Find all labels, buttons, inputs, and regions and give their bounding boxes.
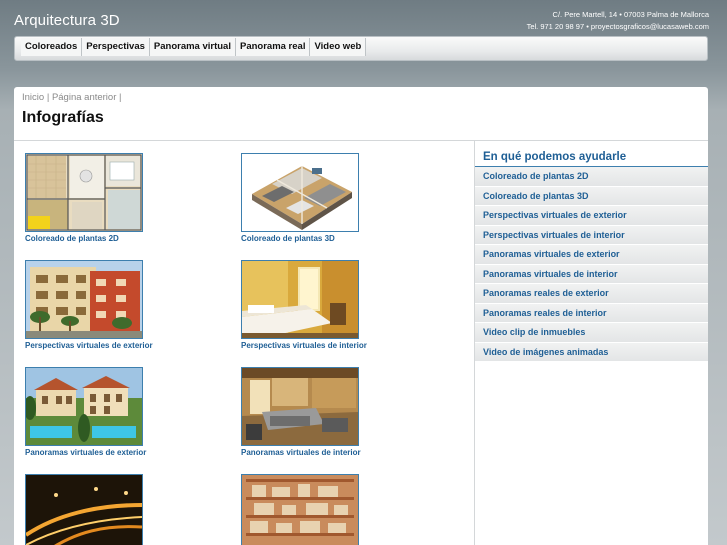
breadcrumb: Inicio | Página anterior | <box>22 92 121 103</box>
tile-caption[interactable]: Coloreado de plantas 2D <box>25 234 225 243</box>
sidebar-item-video-imagenes[interactable]: Video de imágenes animadas <box>475 342 708 362</box>
tile-caption[interactable]: Perspectivas virtuales de interior <box>241 341 441 350</box>
sidebar-item-panoramas-virtuales-interior[interactable]: Panoramas virtuales de interior <box>475 264 708 284</box>
site-title[interactable]: Arquitectura 3D <box>14 12 120 29</box>
tile-coloreado-2d: Coloreado de plantas 2D <box>25 153 225 243</box>
breadcrumb-separator: | <box>46 92 50 103</box>
houses-pool-image[interactable] <box>25 367 143 446</box>
breadcrumb-previous-link[interactable]: Página anterior <box>52 92 116 103</box>
sidebar-item-perspectivas-interior[interactable]: Perspectivas virtuales de interior <box>475 225 708 245</box>
sidebar-item-coloreado-3d[interactable]: Coloreado de plantas 3D <box>475 186 708 206</box>
sidebar-item-perspectivas-exterior[interactable]: Perspectivas virtuales de exterior <box>475 206 708 226</box>
contact-info: C/. Pere Martell, 14 • 07003 Palma de Ma… <box>527 9 709 33</box>
tile-perspectivas-interior: Perspectivas virtuales de interior <box>241 260 441 350</box>
tile-perspectivas-exterior: Perspectivas virtuales de exterior <box>25 260 225 350</box>
address-text: C/. Pere Martell, 14 • 07003 Palma de Ma… <box>552 10 709 19</box>
tile-coloreado-3d: Coloreado de plantas 3D <box>241 153 441 243</box>
floor-plan-3d-image[interactable] <box>241 153 359 232</box>
breadcrumb-home-link[interactable]: Inicio <box>22 92 44 103</box>
night-road-image[interactable] <box>25 474 143 545</box>
nav-item-perspectivas[interactable]: Perspectivas <box>82 38 150 56</box>
tile-caption[interactable]: Panoramas virtuales de interior <box>241 448 441 457</box>
nav-item-panorama-real[interactable]: Panorama real <box>235 38 311 56</box>
content-panel: Inicio | Página anterior | Infografías C… <box>14 87 708 545</box>
nav-item-video-web[interactable]: Video web <box>310 38 367 56</box>
sidebar-item-panoramas-reales-interior[interactable]: Panoramas reales de interior <box>475 303 708 323</box>
breadcrumb-separator: | <box>119 92 122 103</box>
tile-shelves <box>241 474 441 545</box>
tile-panoramas-exterior: Panoramas virtuales de exterior <box>25 367 225 457</box>
sidebar-item-coloreado-2d[interactable]: Coloreado de plantas 2D <box>475 167 708 187</box>
tile-caption[interactable]: Panoramas virtuales de exterior <box>25 448 225 457</box>
building-exterior-image[interactable] <box>25 260 143 339</box>
nav-item-panorama-virtual[interactable]: Panorama virtual <box>149 38 236 56</box>
tile-caption[interactable]: Perspectivas virtuales de exterior <box>25 341 225 350</box>
sidebar-item-panoramas-reales-exterior[interactable]: Panoramas reales de exterior <box>475 284 708 304</box>
header-divider <box>14 140 708 141</box>
page-title: Infografías <box>22 109 104 126</box>
services-sidebar: En qué podemos ayudarle Coloreado de pla… <box>475 145 708 362</box>
bedroom-interior-image[interactable] <box>241 260 359 339</box>
sidebar-title: En qué podemos ayudarle <box>475 145 708 167</box>
shelves-interior-image[interactable] <box>241 474 359 545</box>
tile-caption[interactable]: Coloreado de plantas 3D <box>241 234 441 243</box>
living-room-image[interactable] <box>241 367 359 446</box>
main-nav: Coloreados Perspectivas Panorama virtual… <box>14 36 708 61</box>
floor-plan-2d-image[interactable] <box>25 153 143 232</box>
phone-email-text: Tel. 971 20 98 97 • proyectosgraficos@lu… <box>526 22 709 31</box>
sidebar-item-panoramas-virtuales-exterior[interactable]: Panoramas virtuales de exterior <box>475 245 708 265</box>
nav-item-coloreados[interactable]: Coloreados <box>21 38 83 56</box>
tile-panoramas-interior: Panoramas virtuales de interior <box>241 367 441 457</box>
sidebar-item-video-clip[interactable]: Video clip de inmuebles <box>475 323 708 343</box>
tile-night-road <box>25 474 225 545</box>
